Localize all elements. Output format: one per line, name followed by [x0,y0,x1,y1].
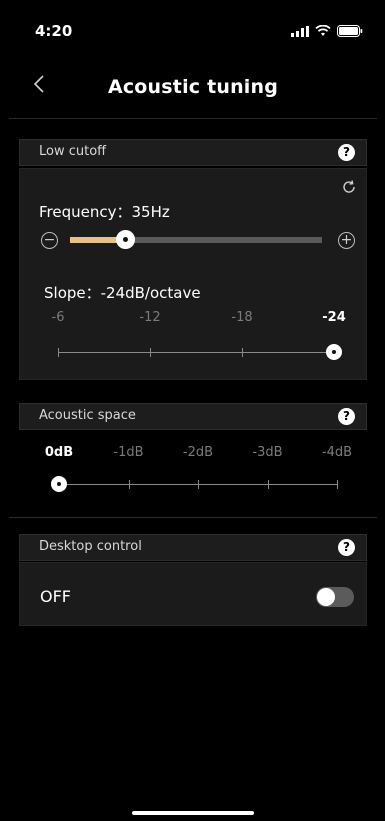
home-indicator [132,811,254,815]
slope-label: Slope：-24dB/octave [44,284,201,302]
section-label-acoustic-space: Acoustic space [39,408,136,423]
minus-circle-icon[interactable]: − [41,232,58,249]
help-button-acoustic-space[interactable]: ? [338,408,355,425]
nav-header: Acoustic tuning [9,68,377,112]
slope-stepper-thumb[interactable] [326,344,342,360]
acoustic-space-card: 0dB -1dB -2dB -3dB -4dB [19,431,367,507]
refresh-icon[interactable] [341,179,357,200]
acoustic-space-stepper-tick-label[interactable]: -1dB [113,445,143,460]
acoustic-space-stepper-tick [337,480,338,489]
slope-tick-labels: -6 -12 -18 -24 [45,310,354,330]
acoustic-space-stepper-tick [198,480,199,489]
desktop-control-toggle[interactable] [316,587,354,607]
acoustic-space-stepper-thumb[interactable] [51,476,67,492]
frequency-slider-thumb[interactable] [116,230,135,249]
header-divider [9,118,377,119]
acoustic-space-divider [9,517,377,518]
desktop-control-state-label: OFF [40,587,71,606]
slope-stepper-tick-label[interactable]: -12 [139,310,160,325]
section-label-low-cutoff: Low cutoff [39,144,107,159]
system-icons [291,25,363,37]
app-screen: 4:20 Acoustic tuning Low cutoff ? Freque… [9,0,377,821]
slope-stepper-tick-label[interactable]: -24 [322,310,346,325]
slope-stepper-track [58,352,334,353]
acoustic-space-stepper-tick-label[interactable]: -4dB [322,445,352,460]
acoustic-space-stepper-tick [267,480,269,489]
section-header-acoustic-space: Acoustic space ? [19,403,367,430]
page-title: Acoustic tuning [107,76,279,98]
slope-stepper-tick [242,348,243,357]
cellular-signal-icon [291,25,309,37]
frequency-label: Frequency：35Hz [39,203,170,221]
section-header-low-cutoff: Low cutoff ? [19,139,367,166]
acoustic-space-stepper-tick-label[interactable]: -3dB [252,445,282,460]
slope-stepper[interactable] [20,344,366,364]
slope-stepper-tick [58,348,59,357]
desktop-control-card: OFF [19,562,367,626]
battery-icon [337,25,363,37]
frequency-slider[interactable] [70,230,322,249]
low-cutoff-card: Frequency：35Hz − + Slope：-24dB/octave -6… [19,168,367,380]
plus-circle-icon[interactable]: + [338,232,355,249]
acoustic-space-stepper[interactable] [19,476,367,496]
toggle-knob [317,588,335,606]
slope-stepper-tick-label[interactable]: -6 [52,310,65,325]
section-header-desktop-control: Desktop control ? [19,534,367,561]
wifi-icon [315,25,331,36]
slope-stepper-tick-label[interactable]: -18 [231,310,252,325]
section-label-desktop-control: Desktop control [39,539,142,554]
status-bar: 4:20 [9,0,377,50]
acoustic-space-stepper-tick-label[interactable]: -2dB [183,445,213,460]
acoustic-space-stepper-tick-label[interactable]: 0dB [45,445,73,460]
help-button-desktop-control[interactable]: ? [338,539,355,556]
acoustic-space-stepper-tick [128,480,130,489]
status-time: 4:20 [35,22,73,40]
acoustic-space-tick-labels: 0dB -1dB -2dB -3dB -4dB [45,445,352,465]
slope-stepper-tick [150,348,151,357]
help-button-low-cutoff[interactable]: ? [338,144,355,161]
